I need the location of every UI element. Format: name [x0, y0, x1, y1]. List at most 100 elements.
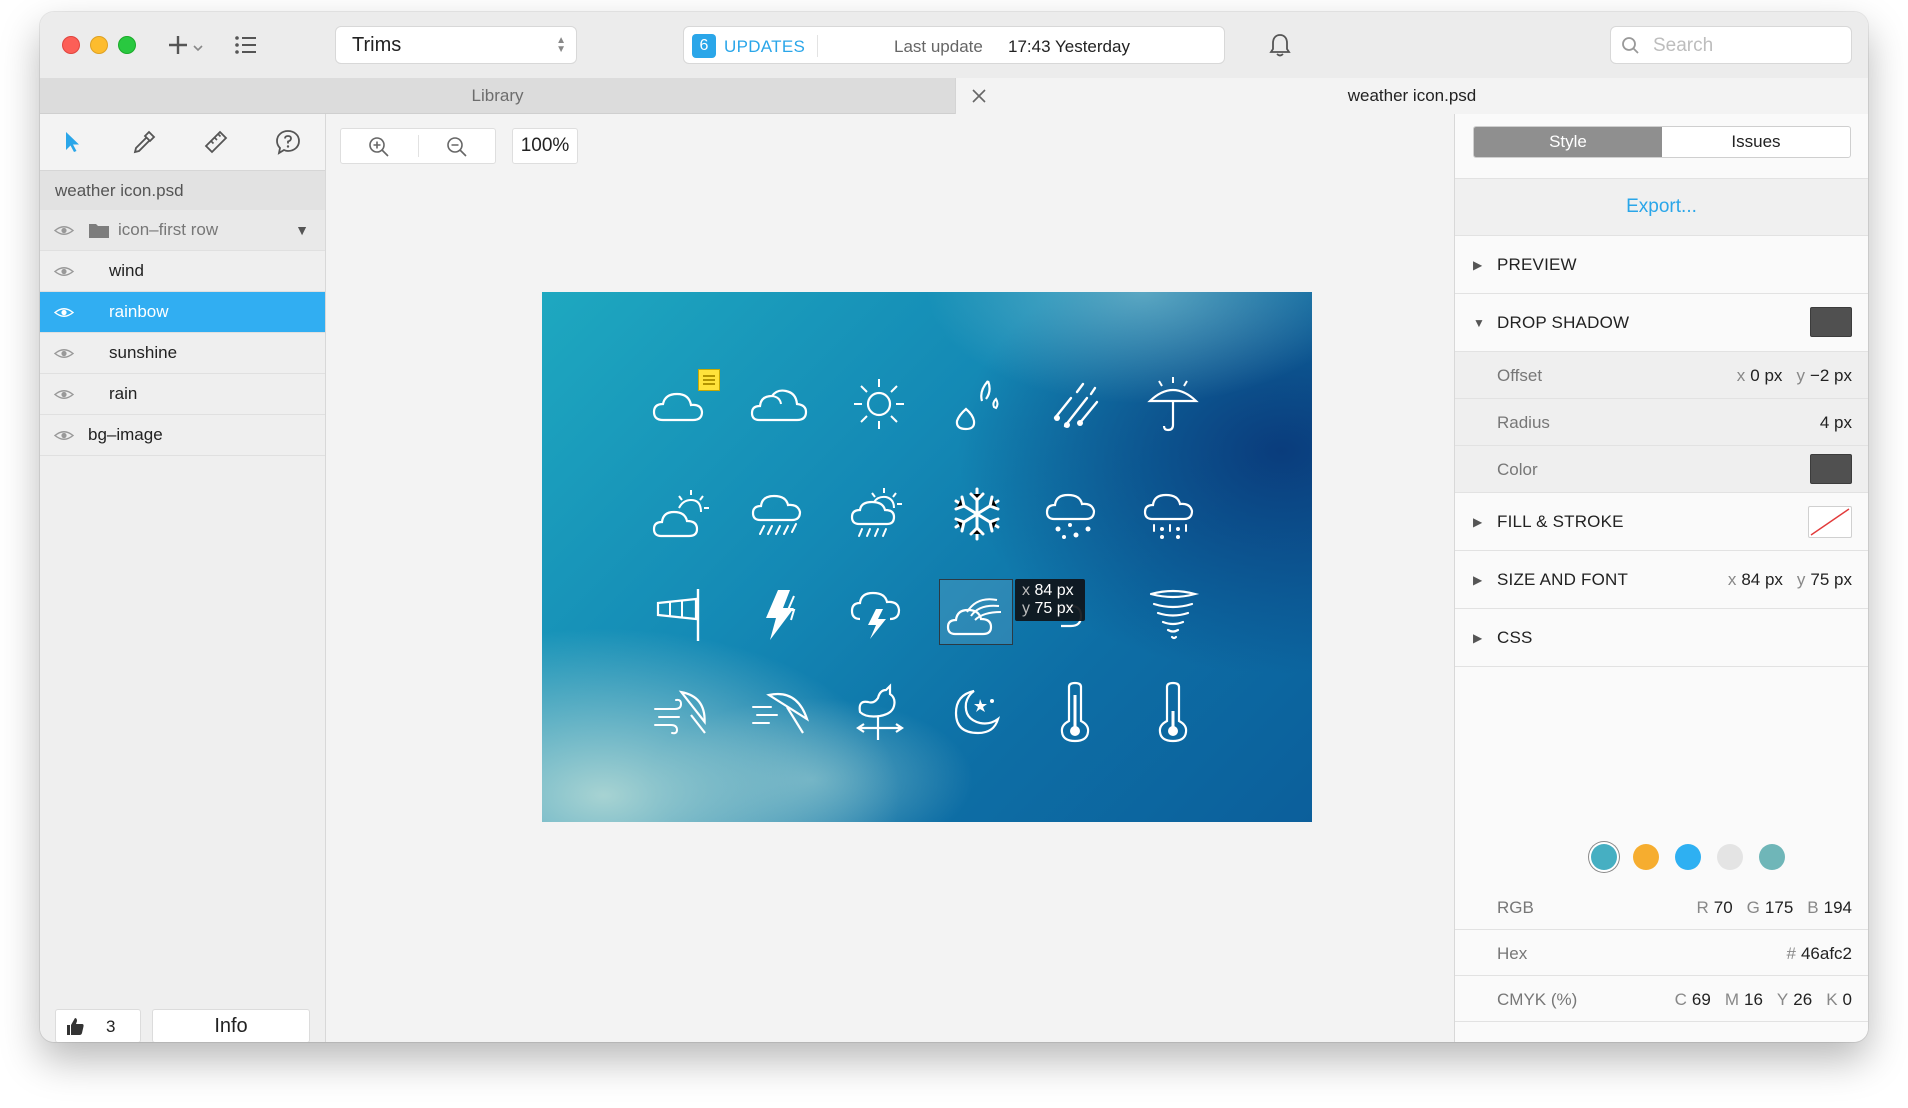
sun-icon[interactable]	[847, 372, 911, 436]
visibility-eye-icon[interactable]	[54, 224, 74, 237]
wind-umbrella-icon[interactable]	[749, 680, 813, 744]
zoom-in-button[interactable]	[367, 135, 391, 159]
ruler-tool[interactable]	[202, 128, 230, 156]
layer-row-rainbow[interactable]: rainbow	[40, 292, 325, 333]
visibility-eye-icon[interactable]	[54, 306, 74, 319]
cloud-sleet-icon[interactable]	[1141, 482, 1205, 546]
m-value: 16	[1744, 990, 1763, 1009]
size-font-section[interactable]: ▶ SIZE AND FONT x 84 px y 75 px	[1455, 551, 1868, 609]
palette-swatch-teal[interactable]	[1591, 844, 1617, 870]
visibility-eye-icon[interactable]	[54, 347, 74, 360]
sun-cloud-icon[interactable]	[651, 482, 715, 546]
radius-value[interactable]: 4 px	[1820, 413, 1852, 433]
list-view-button[interactable]	[233, 30, 259, 60]
search-field[interactable]	[1610, 26, 1852, 64]
cloud-icon[interactable]	[749, 372, 813, 436]
info-button[interactable]: Info	[152, 1009, 310, 1042]
no-fill-swatch[interactable]	[1808, 506, 1852, 538]
add-menu-button[interactable]	[168, 30, 208, 60]
layer-row-bg-image[interactable]: bg–image	[40, 415, 325, 456]
updates-link[interactable]: UPDATES	[724, 37, 805, 57]
tab-style[interactable]: Style	[1474, 127, 1662, 157]
selection-box[interactable]	[939, 579, 1013, 645]
tornado-icon[interactable]	[1141, 582, 1205, 646]
collapse-triangle-icon[interactable]: ▼	[1473, 316, 1485, 330]
collapse-group-icon[interactable]: ▼	[295, 222, 309, 238]
wind-umbrella-icon[interactable]	[651, 680, 715, 744]
snowflake-icon[interactable]	[945, 482, 1009, 546]
cloud-lightning-icon[interactable]	[847, 582, 911, 646]
layer-row-rain[interactable]: rain	[40, 374, 325, 415]
windsock-icon[interactable]	[651, 582, 715, 646]
shadow-color-swatch[interactable]	[1810, 454, 1852, 484]
visibility-eye-icon[interactable]	[54, 388, 74, 401]
close-window-button[interactable]	[62, 36, 80, 54]
zoom-level[interactable]: 100%	[512, 128, 578, 164]
palette-swatch-sea-green[interactable]	[1759, 844, 1785, 870]
drop-shadow-swatch[interactable]	[1810, 307, 1852, 337]
lightning-icon[interactable]	[749, 582, 813, 646]
c-value: 69	[1691, 990, 1711, 1009]
moon-star-icon[interactable]	[945, 680, 1009, 744]
meteor-icon[interactable]	[1043, 372, 1107, 436]
cloud-snow-icon[interactable]	[1043, 482, 1107, 546]
palette-swatch-light-gray[interactable]	[1717, 844, 1743, 870]
comment-tool[interactable]	[274, 128, 302, 156]
cmyk-value[interactable]: C 69 M 16 Y 26 K 0	[1675, 990, 1852, 1010]
tab-library[interactable]: Library	[40, 78, 955, 114]
layer-row-sunshine[interactable]: sunshine	[40, 333, 325, 374]
css-section[interactable]: ▶ CSS	[1455, 609, 1868, 667]
select-tool[interactable]	[58, 128, 86, 156]
list-icon	[235, 36, 256, 54]
color-picker-tool[interactable]	[130, 128, 158, 156]
section-title: DROP SHADOW	[1497, 313, 1630, 332]
tab-bar: Library weather icon.psd	[40, 78, 1868, 114]
updates-count-badge[interactable]: 6	[692, 34, 716, 58]
visibility-eye-icon[interactable]	[54, 265, 74, 278]
weathervane-icon[interactable]	[847, 680, 911, 744]
expand-triangle-icon[interactable]: ▶	[1473, 631, 1482, 645]
notifications-button[interactable]	[1268, 32, 1292, 63]
expand-triangle-icon[interactable]: ▶	[1473, 515, 1482, 529]
fill-stroke-section[interactable]: ▶ FILL & STROKE	[1455, 493, 1868, 551]
tab-issues[interactable]: Issues	[1662, 127, 1850, 157]
thumbs-up-icon	[67, 1018, 84, 1035]
hex-value[interactable]: #46afc2	[1786, 944, 1852, 964]
hex-row: Hex #46afc2	[1455, 930, 1868, 976]
close-tab-icon[interactable]	[970, 87, 988, 105]
layer-row-wind[interactable]: wind	[40, 251, 325, 292]
status-box: 6 UPDATES Last update 17:43 Yesterday	[683, 26, 1225, 64]
expand-triangle-icon[interactable]: ▶	[1473, 258, 1482, 272]
like-button[interactable]: 3	[55, 1009, 141, 1042]
preview-section[interactable]: ▶ PREVIEW	[1455, 236, 1868, 294]
raindrops-icon[interactable]	[945, 372, 1009, 436]
pointer-icon	[66, 132, 79, 152]
palette-swatch-orange[interactable]	[1633, 844, 1659, 870]
color-row: Color	[1455, 446, 1868, 493]
palette-swatch-blue[interactable]	[1675, 844, 1701, 870]
export-button[interactable]: Export...	[1455, 178, 1868, 236]
thermometer-low-icon[interactable]	[1141, 680, 1205, 744]
layer-group-row[interactable]: icon–first row ▼	[40, 210, 325, 251]
minimize-window-button[interactable]	[90, 36, 108, 54]
expand-triangle-icon[interactable]: ▶	[1473, 573, 1482, 587]
comment-note-icon[interactable]	[698, 369, 720, 391]
cloud-rain-icon[interactable]	[749, 482, 813, 546]
search-input[interactable]	[1651, 33, 1845, 59]
rgb-value[interactable]: R 70 G 175 B 194	[1696, 898, 1852, 918]
thermometer-high-icon[interactable]	[1043, 680, 1107, 744]
offset-value[interactable]: x0 px y −2 px	[1737, 366, 1852, 386]
zoom-window-button[interactable]	[118, 36, 136, 54]
umbrella-sun-icon[interactable]	[1141, 372, 1205, 436]
tab-document[interactable]: weather icon.psd	[955, 78, 1868, 114]
size-value[interactable]: x 84 px y 75 px	[1728, 570, 1852, 590]
zoom-in-icon	[369, 137, 389, 157]
zoom-out-button[interactable]	[445, 135, 469, 159]
offset-x: 0 px	[1750, 366, 1783, 385]
visibility-eye-icon[interactable]	[54, 429, 74, 442]
drop-shadow-section[interactable]: ▼ DROP SHADOW	[1455, 294, 1868, 352]
tooltip-y-key: y	[1022, 600, 1030, 617]
layout-select[interactable]: Trims ▲ ▼	[335, 26, 577, 64]
sun-cloud-rain-icon[interactable]	[847, 482, 911, 546]
artboard[interactable]: x 84 px y 75 px	[542, 292, 1312, 822]
